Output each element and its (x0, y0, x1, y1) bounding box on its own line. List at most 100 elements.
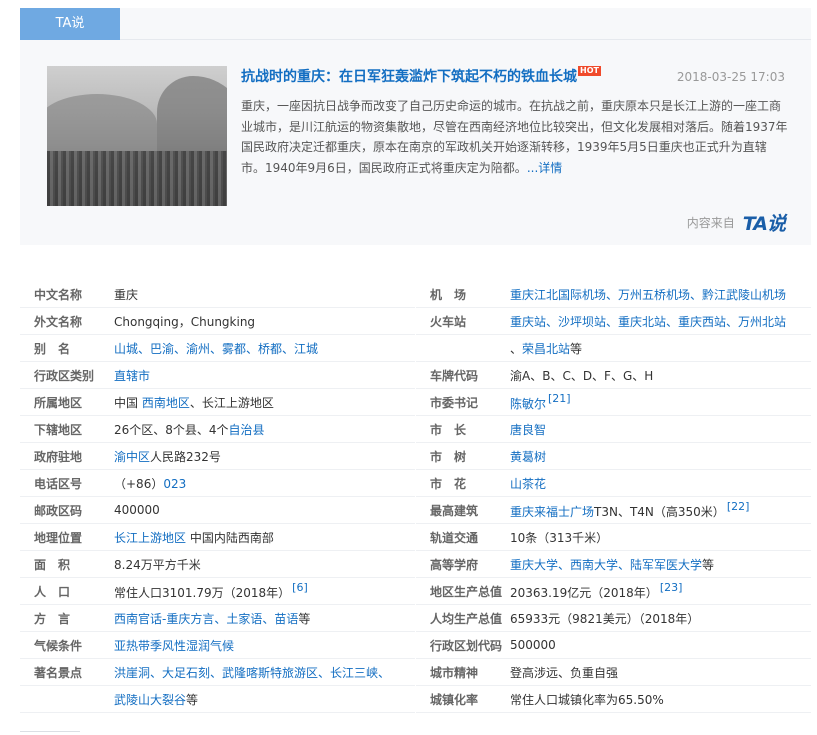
info-label: 著名景点 (34, 665, 83, 680)
info-value: 黄葛树 (510, 448, 811, 465)
info-value-link[interactable]: 直辖市 (114, 369, 150, 383)
info-value-link[interactable]: 黄葛树 (510, 450, 546, 464)
info-value-link[interactable]: 长江上游地区 (114, 531, 186, 545)
info-value-text: 、长江上游地区 (189, 395, 274, 410)
info-value-text: 20363.19亿元（2018年） (510, 586, 658, 600)
info-label: 火车站 (430, 314, 467, 329)
info-column-left: 中文名称 重庆 外文名称 Chongqing，Chungking 别 名 山城、巴渝、渝州… (20, 281, 415, 713)
info-value: 重庆大学、西南大学、陆军军医大学等 (510, 556, 811, 573)
info-row: 气候条件 亚热带季风性湿润气候 (20, 632, 415, 659)
info-value-text: 等 (702, 557, 715, 572)
info-row: 中文名称 重庆 (20, 281, 415, 308)
info-value-text: 中国内陆西南部 (186, 530, 274, 545)
info-value-link[interactable]: 武陵山大裂谷 (114, 693, 186, 707)
source-label: 内容来自 (686, 216, 735, 230)
tab-ta[interactable]: TA说 (20, 8, 120, 40)
info-value-link[interactable]: 山茶花 (510, 477, 546, 491)
photo-hill (47, 94, 157, 154)
info-value: （+86）023 (114, 475, 415, 492)
info-row: 城市精神 登高涉远、负重自强 (416, 659, 811, 686)
info-value-text: 人民路232号 (150, 449, 221, 464)
info-row: 市 树 黄葛树 (416, 443, 811, 470)
info-label: 人 口 (34, 584, 71, 599)
ta-card: TA说 抗战时的重庆：在日军狂轰滥炸下筑起不朽的铁血长城 HOT 2018-03-… (20, 8, 811, 245)
info-label: 别 名 (34, 341, 71, 356)
info-label: 方 言 (34, 611, 71, 626)
info-value: 山城、巴渝、渝州、雾都、桥都、江城 (114, 340, 415, 357)
article-date: 2018-03-25 17:03 (676, 70, 785, 84)
info-value-text: （+86） (114, 476, 164, 491)
info-row: 行政区类别 直辖市 (20, 362, 415, 389)
info-row: 邮政区码 400000 (20, 497, 415, 524)
info-row: 别 名 山城、巴渝、渝州、雾都、桥都、江城 (20, 335, 415, 362)
info-value-link[interactable]: 渝中区 (114, 450, 150, 464)
info-value-link[interactable]: 重庆江北国际机场、万州五桥机场、黔江武陵山机场 (510, 288, 786, 302)
info-value-link[interactable]: 自治县 (229, 423, 265, 437)
tab-divider (120, 39, 811, 40)
more-link[interactable]: ...详情 (527, 161, 562, 175)
info-value-link[interactable]: 重庆来福士广场 (510, 505, 594, 519)
info-value: 西南官话-重庆方言、土家语、苗语等 (114, 610, 415, 627)
info-row: 地区生产总值 20363.19亿元（2018年） [23] (416, 578, 811, 605)
info-row: 所属地区 中国 西南地区、长江上游地区 (20, 389, 415, 416)
info-value-text: 65933元（9821美元）（2018年） (510, 611, 700, 626)
info-value-link[interactable]: 023 (163, 477, 186, 491)
info-value-text: T3N、T4N（高350米） (594, 505, 725, 519)
info-value-link[interactable]: 山城、巴渝、渝州、雾都、桥都、江城 (114, 342, 318, 356)
info-label: 车牌代码 (430, 368, 479, 383)
info-value-link[interactable]: 重庆站、沙坪坝站、重庆北站、重庆西站、万州北站 (510, 315, 786, 329)
info-row: 市委书记 陈敏尔 [21] (416, 389, 811, 416)
info-row: 下辖地区 26个区、8个县、4个自治县 (20, 416, 415, 443)
info-row: 城镇化率 常住人口城镇化率为65.50% (416, 686, 811, 713)
info-label: 地区生产总值 (430, 584, 503, 599)
info-row: 火车站 重庆站、沙坪坝站、重庆北站、重庆西站、万州北站 (416, 308, 811, 335)
info-label: 气候条件 (34, 638, 83, 653)
info-row: 车牌代码 渝A、B、C、D、F、G、H (416, 362, 811, 389)
info-value-link[interactable]: 西南官话-重庆方言、土家语、苗语 (114, 612, 298, 626)
info-label: 下辖地区 (34, 422, 83, 437)
info-value: 8.24万平方千米 (114, 556, 415, 573)
info-label: 轨道交通 (430, 530, 479, 545)
info-value: 武陵山大裂谷等 (114, 691, 415, 708)
info-value-link[interactable]: 荣昌北站 (522, 342, 570, 356)
ta-logo[interactable]: TA说 (743, 209, 786, 236)
info-value: 登高涉远、负重自强 (510, 664, 811, 681)
info-row: 武陵山大裂谷等 (20, 686, 415, 713)
info-value: 20363.19亿元（2018年） [23] (510, 581, 811, 601)
info-label: 政府驻地 (34, 449, 83, 464)
info-label: 市委书记 (430, 395, 479, 410)
info-value-link[interactable]: 陈敏尔 (510, 397, 546, 411)
article-title-text[interactable]: 抗战时的重庆：在日军狂轰滥炸下筑起不朽的铁血长城 (241, 69, 577, 85)
info-value-text: 8.24万平方千米 (114, 557, 201, 572)
info-value-text: 、 (510, 341, 523, 356)
info-value-link[interactable]: 亚热带季风性湿润气候 (114, 639, 234, 653)
info-value-text: 26个区、8个县、4个 (114, 422, 229, 437)
reference-link[interactable]: [6] (292, 581, 308, 594)
info-value-link[interactable]: 洪崖洞、大足石刻、武隆喀斯特旅游区、长江三峡、 (114, 666, 390, 680)
reference-link[interactable]: [21] (548, 392, 571, 405)
info-value: 长江上游地区 中国内陆西南部 (114, 529, 415, 546)
article-summary: 重庆，一座因抗日战争而改变了自己历史命运的城市。在抗战之前，重庆原本只是长江上游… (241, 96, 789, 178)
reference-link[interactable]: [23] (660, 581, 683, 594)
info-row: 面 积 8.24万平方千米 (20, 551, 415, 578)
info-value-text: 常住人口3101.79万（2018年） (114, 586, 291, 600)
info-value-link[interactable]: 唐良智 (510, 423, 546, 437)
info-value-text: 等 (570, 341, 583, 356)
info-value-text: 400000 (114, 503, 160, 517)
info-value-link[interactable]: 西南地区 (142, 396, 190, 410)
info-label: 城市精神 (430, 665, 479, 680)
info-row: 政府驻地 渝中区人民路232号 (20, 443, 415, 470)
info-row: 人均生产总值 65933元（9821美元）（2018年） (416, 605, 811, 632)
info-value: 、荣昌北站等 (510, 340, 811, 357)
info-label: 机 场 (430, 287, 467, 302)
info-value-link[interactable]: 重庆大学、西南大学、陆军军医大学 (510, 558, 702, 572)
hot-badge: HOT (578, 66, 601, 76)
article-title[interactable]: 抗战时的重庆：在日军狂轰滥炸下筑起不朽的铁血长城 HOT (241, 66, 601, 86)
reference-link[interactable]: [22] (727, 500, 750, 513)
article-photo[interactable] (47, 66, 227, 206)
info-row: 、荣昌北站等 (416, 335, 811, 362)
info-label: 电话区号 (34, 476, 83, 491)
info-value: 山茶花 (510, 475, 811, 492)
info-value: 重庆来福士广场T3N、T4N（高350米） [22] (510, 500, 811, 520)
info-value-text: 10条（313千米） (510, 530, 609, 545)
